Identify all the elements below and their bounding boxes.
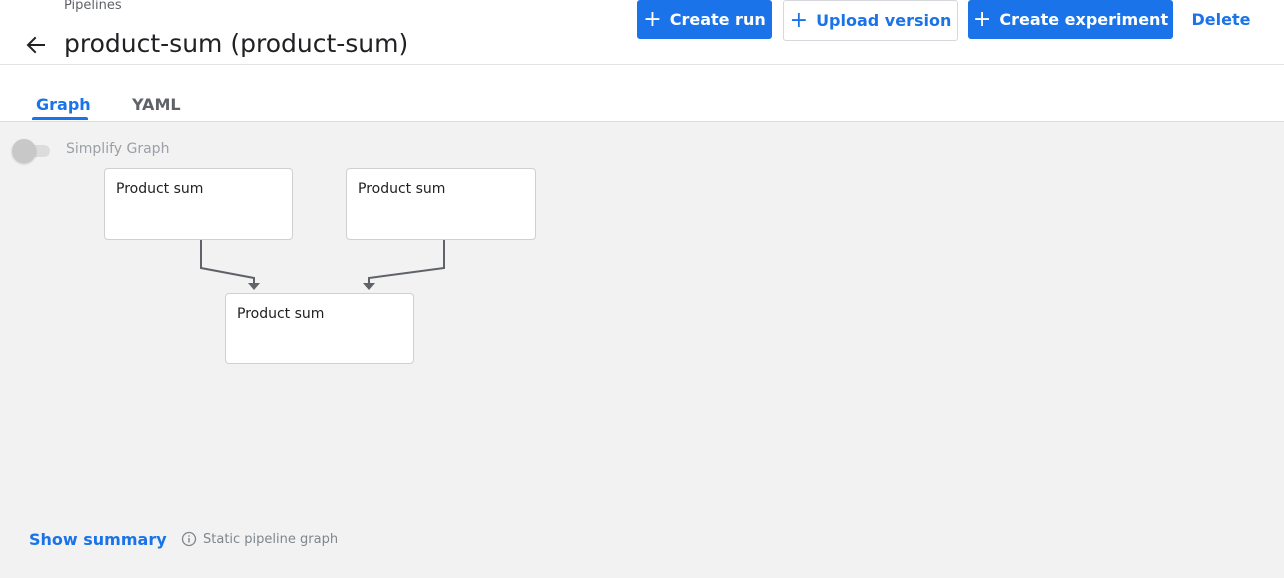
static-graph-label: Static pipeline graph	[203, 532, 339, 547]
graph-node[interactable]: Product sum	[104, 168, 293, 240]
simplify-graph-label: Simplify Graph	[66, 141, 170, 157]
edge-arrowhead	[363, 283, 375, 290]
page-header: Pipelines product-sum (product-sum) + Cr…	[0, 0, 1284, 65]
plus-icon: +	[789, 7, 809, 33]
plus-icon: +	[643, 6, 662, 32]
edge-arrowhead	[248, 283, 260, 290]
arrow-left-icon	[26, 36, 45, 54]
breadcrumb[interactable]: Pipelines	[64, 0, 122, 13]
simplify-graph-toggle[interactable]	[12, 139, 52, 163]
active-tab-indicator	[32, 117, 88, 120]
graph-canvas[interactable]: Simplify Graph Product sum Product sum P…	[0, 122, 1284, 578]
create-experiment-label: Create experiment	[999, 10, 1169, 29]
upload-version-label: Upload version	[816, 11, 952, 30]
tab-graph[interactable]: Graph	[36, 95, 91, 114]
show-summary-link[interactable]: Show summary	[29, 530, 167, 549]
plus-icon: +	[972, 6, 992, 32]
upload-version-button[interactable]: + Upload version	[783, 0, 958, 41]
create-run-button[interactable]: + Create run	[637, 0, 772, 39]
edge-node1-to-node3	[200, 240, 255, 284]
page-title: product-sum (product-sum)	[64, 29, 409, 58]
info-icon	[181, 531, 197, 547]
tab-yaml[interactable]: YAML	[132, 95, 181, 114]
tab-bar: Graph YAML	[0, 65, 1284, 122]
create-experiment-button[interactable]: + Create experiment	[968, 0, 1173, 39]
toggle-thumb	[12, 139, 36, 163]
edge-node2-to-node3	[368, 240, 445, 284]
graph-node[interactable]: Product sum	[346, 168, 536, 240]
delete-button[interactable]: Delete	[1183, 0, 1259, 39]
create-run-label: Create run	[669, 10, 766, 29]
back-button[interactable]	[22, 31, 50, 59]
graph-node[interactable]: Product sum	[225, 293, 414, 364]
